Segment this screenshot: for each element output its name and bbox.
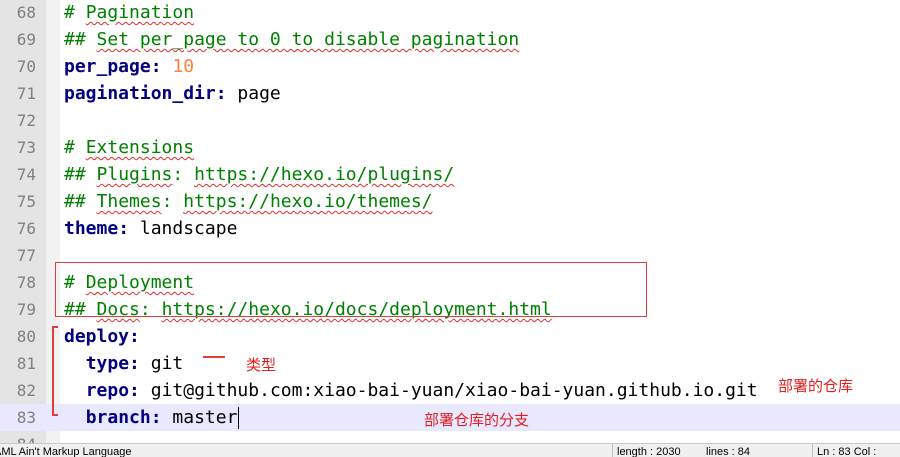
highlight-box — [55, 262, 647, 317]
yaml-value: page — [237, 83, 281, 104]
line-number: 75 — [16, 192, 36, 211]
code-line[interactable]: 73 # Extensions — [0, 134, 900, 161]
line-number: 76 — [16, 219, 36, 238]
line-number: 74 — [16, 165, 36, 184]
line-number: 80 — [16, 327, 36, 346]
code-line[interactable]: 80 deploy: — [0, 323, 900, 350]
code-line[interactable]: 71 pagination_dir: page — [0, 80, 900, 107]
line-number: 83 — [16, 408, 36, 427]
code-line[interactable]: 70 per_page: 10 — [0, 53, 900, 80]
yaml-entry: theme: landscape — [64, 218, 238, 239]
yaml-entry: deploy: — [64, 326, 140, 347]
yaml-value: git — [150, 353, 184, 374]
annotation-type-note: 类型 — [246, 356, 277, 374]
code-editor[interactable]: 68 # Pagination 69 ## Set per_page to 0 … — [0, 0, 900, 443]
comment-text: ## Set per_page to 0 to disable paginati… — [64, 29, 520, 50]
status-length: length : 2030 — [617, 446, 681, 457]
yaml-key: branch — [85, 407, 151, 428]
comment-text: # Pagination — [64, 2, 195, 23]
code-line[interactable]: 69 ## Set per_page to 0 to disable pagin… — [0, 26, 900, 53]
annotation-branch-note: 部署仓库的分支 — [424, 411, 530, 429]
yaml-value: 10 — [172, 56, 195, 77]
line-number: 73 — [16, 138, 36, 157]
line-number: 77 — [16, 246, 36, 265]
code-line[interactable]: 81 type: git — [0, 350, 900, 377]
yaml-entry: branch: master — [85, 407, 240, 429]
yaml-key: pagination_dir — [64, 83, 216, 104]
yaml-key: deploy — [64, 326, 130, 347]
code-line[interactable]: 68 # Pagination — [0, 0, 900, 26]
line-number: 68 — [16, 3, 36, 22]
comment-text: # Extensions — [64, 137, 195, 158]
line-number: 72 — [16, 111, 36, 130]
line-number: 82 — [16, 381, 36, 400]
line-number: 69 — [16, 30, 36, 49]
code-line[interactable]: 72 — [0, 107, 900, 134]
line-number: 78 — [16, 273, 36, 292]
yaml-value: git@github.com:xiao-bai-yuan/xiao-bai-yu… — [150, 380, 758, 401]
annotation-repo-note: 部署的仓库 — [778, 377, 854, 395]
url-link: https://hexo.io/plugins/ — [194, 164, 455, 185]
code-line[interactable]: 75 ## Themes: https://hexo.io/themes/ — [0, 188, 900, 215]
annotation-bracket — [52, 326, 58, 416]
code-line[interactable]: 82 repo: git@github.com:xiao-bai-yuan/xi… — [0, 377, 900, 404]
url-link: https://hexo.io/themes/ — [183, 191, 433, 212]
yaml-entry: pagination_dir: page — [64, 83, 281, 104]
comment-text: ## Plugins: https://hexo.io/plugins/ — [64, 164, 455, 185]
code-line[interactable]: 84 — [0, 431, 900, 443]
annotation-dash — [203, 356, 225, 358]
yaml-entry: repo: git@github.com:xiao-bai-yuan/xiao-… — [85, 380, 758, 401]
status-divider — [612, 444, 613, 457]
yaml-value: master — [172, 407, 238, 428]
yaml-key: repo — [85, 380, 130, 401]
yaml-entry: type: git — [85, 353, 184, 374]
yaml-key: per_page — [64, 56, 151, 77]
yaml-key: theme — [64, 218, 119, 239]
status-language: AML Ain't Markup Language — [0, 446, 132, 457]
status-lines: lines : 84 — [706, 446, 751, 457]
yaml-value: landscape — [139, 218, 238, 239]
code-line[interactable]: 76 theme: landscape — [0, 215, 900, 242]
line-number: 71 — [16, 84, 36, 103]
line-number: 70 — [16, 57, 36, 76]
status-position: Ln : 83 Col : — [817, 446, 877, 457]
line-number: 79 — [16, 300, 36, 319]
text-cursor — [238, 407, 240, 429]
line-number: 84 — [0, 431, 36, 443]
status-divider — [812, 444, 813, 457]
code-line[interactable]: 74 ## Plugins: https://hexo.io/plugins/ — [0, 161, 900, 188]
yaml-key: type — [85, 353, 130, 374]
comment-text: ## Themes: https://hexo.io/themes/ — [64, 191, 433, 212]
yaml-entry: per_page: 10 — [64, 56, 195, 77]
status-bar: AML Ain't Markup Language length : 2030 … — [0, 443, 900, 457]
line-number: 81 — [16, 354, 36, 373]
